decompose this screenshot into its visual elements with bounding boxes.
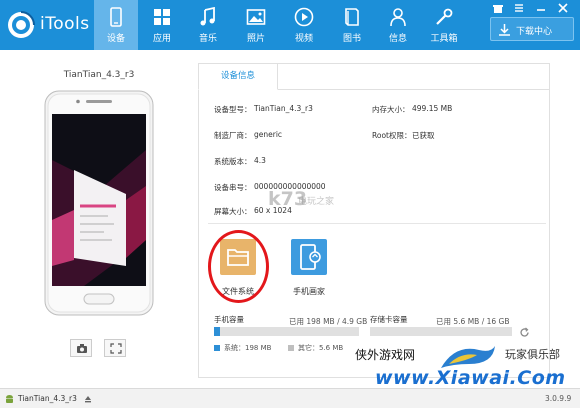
xiawai-watermark: 侠外游戏网 玩家俱乐部 www.Xiawai.Com [345,340,580,392]
app-brand: iTools [40,14,90,34]
version-key: 系统版本： [214,157,252,166]
status-bar: TianTian_4.3_r3 3.0.9.9 [0,388,580,408]
maker-value: generic [254,130,283,139]
resolution-key: 屏幕大小： [214,207,252,216]
camera-icon [77,344,87,353]
phone-storage-bar [214,327,359,336]
eject-icon[interactable] [84,395,92,403]
phone-painter-icon[interactable] [291,239,327,275]
xiawai-site-name: 侠外游戏网 [355,348,416,362]
xiawai-url: www.Xiawai.Com [375,367,566,389]
xiawai-club-name: 玩家俱乐部 [505,348,560,361]
legend-other-text: 其它：5.6 MB [298,344,344,352]
legend-system: 系统：198 MB [214,343,271,353]
refresh-icon[interactable] [519,327,530,338]
phone-storage-fill [214,327,220,336]
user-icon [390,8,406,27]
model-key: 设备型号： [214,105,252,114]
nav-device[interactable]: 设备 [94,0,138,50]
legend-system-swatch [214,345,220,351]
download-center-label: 下载中心 [516,27,553,37]
toolbox-icon [436,8,453,25]
nav-label: 应用 [152,34,171,44]
device-name: TianTian_4.3_r3 [63,70,135,80]
nav-video[interactable]: 视频 [282,0,326,50]
nav-label: 音乐 [198,34,217,44]
section-divider [208,223,546,224]
music-icon [200,7,215,26]
phone-storage-title: 手机容量 [214,315,244,324]
book-icon [345,8,359,26]
status-device-name[interactable]: TianTian_4.3_r3 [18,394,77,403]
download-icon [499,24,510,36]
k73-watermark-cn: 电玩之家 [298,197,335,207]
nav-label: 信息 [388,34,407,44]
nav-info[interactable]: 信息 [376,0,420,50]
minimize-icon[interactable] [535,2,547,14]
tab-device-info[interactable]: 设备信息 [198,63,278,90]
sd-storage-bar [370,327,512,336]
nav-label: 设备 [106,34,125,44]
menu-icon[interactable] [513,2,525,14]
phone-storage-used: 已用 198 MB / 4.9 GB [289,317,368,326]
nav-label: 工具箱 [430,34,458,44]
memory-key: 内存大小： [372,105,410,114]
photo-icon [246,9,266,25]
legend-other-swatch [288,345,294,351]
apps-icon [154,9,170,25]
gift-icon[interactable] [492,2,504,14]
nav-music[interactable]: 音乐 [186,0,230,50]
highlight-circle [208,230,269,303]
itools-logo-icon [8,11,35,38]
sd-storage-title: 存储卡容量 [370,315,408,324]
fullscreen-button[interactable] [104,339,126,357]
memory-value: 499.15 MB [412,104,453,113]
top-bar: iTools 设备 应用 音乐 照片 视频 图书 信息 工具箱 下载中心 [0,0,580,50]
nav-books[interactable]: 图书 [330,0,374,50]
nav-label: 图书 [342,34,361,44]
phone-painter-label[interactable]: 手机画家 [293,286,325,297]
nav-label: 照片 [246,34,265,44]
fullscreen-icon [110,343,122,354]
phone-preview [44,90,154,316]
nav-apps[interactable]: 应用 [140,0,184,50]
nav-label: 视频 [294,34,313,44]
nav-photos[interactable]: 照片 [234,0,278,50]
maker-key: 制造厂商： [214,131,252,140]
android-icon [6,395,13,403]
status-version: 3.0.9.9 [545,394,572,403]
root-value: 已获取 [412,131,435,140]
model-value: TianTian_4.3_r3 [254,104,313,113]
xiawai-wave-logo [441,346,495,368]
root-key: Root权限： [372,131,412,140]
device-icon [110,7,122,27]
nav-toolbox[interactable]: 工具箱 [422,0,466,50]
screenshot-button[interactable] [70,339,92,357]
legend-system-text: 系统：198 MB [224,344,272,352]
version-value: 4.3 [254,156,266,165]
video-icon [294,7,314,27]
serial-key: 设备串号： [214,183,252,192]
legend-other: 其它：5.6 MB [288,343,343,353]
close-icon[interactable] [557,2,569,14]
sd-storage-used: 已用 5.6 MB / 16 GB [436,317,510,326]
download-center-button[interactable]: 下载中心 [490,17,574,41]
